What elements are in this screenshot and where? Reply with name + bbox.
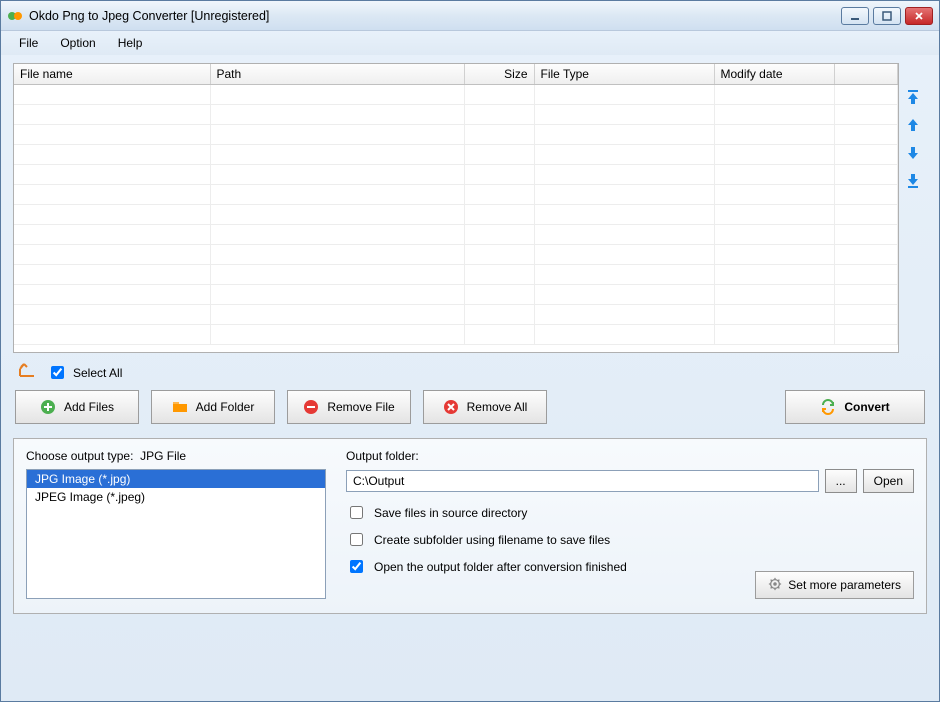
- table-row: [14, 85, 898, 105]
- menu-help[interactable]: Help: [108, 33, 153, 53]
- column-header-filetype[interactable]: File Type: [534, 64, 714, 85]
- window-title: Okdo Png to Jpeg Converter [Unregistered…: [29, 9, 841, 23]
- table-row: [14, 125, 898, 145]
- table-row: [14, 325, 898, 345]
- add-files-label: Add Files: [64, 400, 114, 414]
- add-files-button[interactable]: Add Files: [15, 390, 139, 424]
- set-parameters-button[interactable]: Set more parameters: [755, 571, 914, 599]
- remove-file-button[interactable]: Remove File: [287, 390, 411, 424]
- table-row: [14, 105, 898, 125]
- table-row: [14, 205, 898, 225]
- open-folder-button[interactable]: Open: [863, 469, 914, 493]
- browse-button[interactable]: ...: [825, 469, 857, 493]
- table-row: [14, 165, 898, 185]
- table-row: [14, 145, 898, 165]
- maximize-button[interactable]: [873, 7, 901, 25]
- move-up-button[interactable]: [903, 115, 923, 135]
- minus-icon: [303, 399, 319, 415]
- column-header-extra[interactable]: [834, 64, 898, 85]
- up-folder-icon[interactable]: [19, 363, 37, 382]
- select-all-checkbox[interactable]: Select All: [47, 363, 122, 382]
- table-row: [14, 245, 898, 265]
- convert-label: Convert: [844, 400, 889, 414]
- column-header-modify[interactable]: Modify date: [714, 64, 834, 85]
- folder-icon: [172, 399, 188, 415]
- save-source-option[interactable]: Save files in source directory: [346, 503, 914, 522]
- table-row: [14, 185, 898, 205]
- output-folder-input[interactable]: [346, 470, 819, 492]
- remove-file-label: Remove File: [327, 400, 394, 414]
- table-row: [14, 265, 898, 285]
- table-row: [14, 225, 898, 245]
- x-icon: [443, 399, 459, 415]
- create-subfolder-label: Create subfolder using filename to save …: [374, 533, 610, 547]
- create-subfolder-option[interactable]: Create subfolder using filename to save …: [346, 530, 914, 549]
- gear-icon: [768, 577, 782, 594]
- open-after-checkbox[interactable]: [350, 560, 363, 573]
- output-type-list[interactable]: JPG Image (*.jpg) JPEG Image (*.jpeg): [26, 469, 326, 599]
- title-bar: Okdo Png to Jpeg Converter [Unregistered…: [1, 1, 939, 31]
- remove-all-button[interactable]: Remove All: [423, 390, 547, 424]
- output-type-label: Choose output type: JPG File: [26, 449, 326, 463]
- table-row: [14, 305, 898, 325]
- minimize-button[interactable]: [841, 7, 869, 25]
- select-all-input[interactable]: [51, 366, 64, 379]
- convert-button[interactable]: Convert: [785, 390, 925, 424]
- set-parameters-label: Set more parameters: [788, 578, 901, 592]
- save-source-label: Save files in source directory: [374, 506, 527, 520]
- plus-icon: [40, 399, 56, 415]
- remove-all-label: Remove All: [467, 400, 528, 414]
- app-icon: [7, 8, 23, 24]
- table-row: [14, 285, 898, 305]
- column-header-filename[interactable]: File name: [14, 64, 210, 85]
- add-folder-label: Add Folder: [196, 400, 255, 414]
- move-bottom-button[interactable]: [903, 171, 923, 191]
- column-header-size[interactable]: Size: [464, 64, 534, 85]
- convert-icon: [820, 399, 836, 415]
- close-button[interactable]: [905, 7, 933, 25]
- file-list[interactable]: File name Path Size File Type Modify dat…: [13, 63, 899, 353]
- menu-bar: File Option Help: [1, 31, 939, 55]
- menu-file[interactable]: File: [9, 33, 48, 53]
- open-after-label: Open the output folder after conversion …: [374, 560, 627, 574]
- select-all-label: Select All: [73, 366, 122, 380]
- create-subfolder-checkbox[interactable]: [350, 533, 363, 546]
- type-item-jpeg[interactable]: JPEG Image (*.jpeg): [27, 488, 325, 506]
- add-folder-button[interactable]: Add Folder: [151, 390, 275, 424]
- type-item-jpg[interactable]: JPG Image (*.jpg): [27, 470, 325, 488]
- output-folder-label: Output folder:: [346, 449, 914, 463]
- move-down-button[interactable]: [903, 143, 923, 163]
- save-source-checkbox[interactable]: [350, 506, 363, 519]
- move-top-button[interactable]: [903, 87, 923, 107]
- menu-option[interactable]: Option: [50, 33, 105, 53]
- column-header-path[interactable]: Path: [210, 64, 464, 85]
